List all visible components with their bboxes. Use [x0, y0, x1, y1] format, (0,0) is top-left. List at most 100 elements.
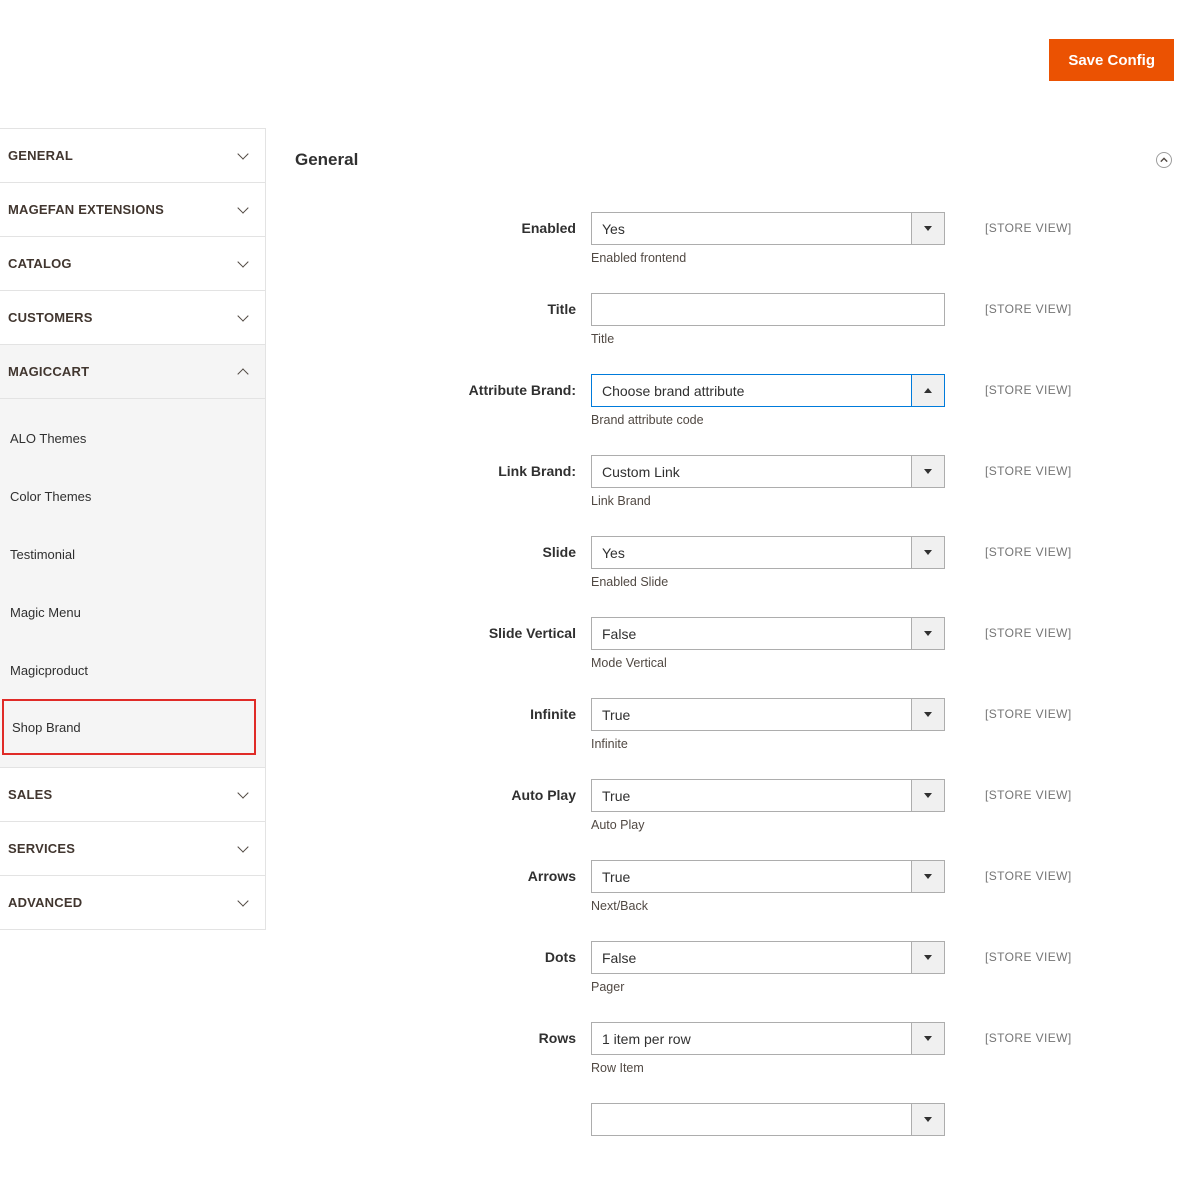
field-comment: Infinite: [591, 737, 628, 751]
field-label: Arrows: [527, 868, 576, 884]
field-value: False Mode Vertical: [591, 617, 945, 671]
sidebar-section-label: SERVICES: [8, 841, 76, 856]
select-value: Yes: [602, 220, 625, 237]
field-label: Slide Vertical: [488, 625, 576, 641]
partial-field-select[interactable]: [591, 1103, 945, 1136]
select-value: True: [602, 787, 631, 804]
attribute-brand-select[interactable]: Choose brand attribute: [591, 374, 945, 407]
caret-down-icon[interactable]: [911, 1023, 944, 1054]
sidebar-section-magefan-extensions[interactable]: MAGEFAN EXTENSIONS: [0, 183, 265, 237]
field-row-link-brand: Link Brand: Custom Link Link Brand [STORE V…: [295, 455, 1175, 509]
field-row-rows: Rows 1 item per row Row Item [STORE VIEW]: [295, 1022, 1175, 1076]
chevron-down-icon: [237, 147, 249, 160]
field-comment: Auto Play: [591, 818, 645, 832]
field-comment: Next/Back: [591, 899, 648, 913]
chevron-down-icon: [237, 894, 249, 907]
field-row-infinite: Infinite True Infinite [STORE VIEW]: [295, 698, 1175, 752]
field-row-title: Title Title [STORE VIEW]: [295, 293, 1175, 347]
select-value: False: [602, 949, 637, 966]
sidebar-section-label: ADVANCED: [8, 895, 83, 910]
field-scope: [STORE VIEW]: [985, 1031, 1072, 1045]
sidebar-section-catalog[interactable]: CATALOG: [0, 237, 265, 291]
caret-down-icon[interactable]: [911, 780, 944, 811]
field-scope: [STORE VIEW]: [985, 788, 1072, 802]
select-value: True: [602, 706, 631, 723]
field-row-partial-field: [295, 1103, 1175, 1157]
field-comment: Mode Vertical: [591, 656, 667, 670]
sidebar-item-shop-brand[interactable]: Shop Brand: [2, 699, 256, 755]
field-scope: [STORE VIEW]: [985, 626, 1072, 640]
select-value: False: [602, 625, 637, 642]
collapse-section-icon[interactable]: [1155, 151, 1173, 169]
sidebar-item-color-themes[interactable]: Color Themes: [0, 467, 265, 525]
caret-down-icon[interactable]: [911, 699, 944, 730]
field-row-slide: Slide Yes Enabled Slide [STORE VIEW]: [295, 536, 1175, 590]
field-label: Title: [547, 301, 576, 317]
chevron-down-icon: [237, 201, 249, 214]
caret-down-icon[interactable]: [911, 537, 944, 568]
sidebar-section-label: CUSTOMERS: [8, 310, 93, 325]
field-label: Slide: [542, 544, 576, 560]
field-label: Dots: [544, 949, 576, 965]
sidebar-section-sales[interactable]: SALES: [0, 768, 265, 822]
field-value: True Infinite: [591, 698, 945, 752]
infinite-select[interactable]: True: [591, 698, 945, 731]
field-value: False Pager: [591, 941, 945, 995]
field-value: True Next/Back: [591, 860, 945, 914]
sidebar-item-label: Color Themes: [10, 488, 92, 504]
enabled-select[interactable]: Yes: [591, 212, 945, 245]
select-value: Yes: [602, 544, 625, 561]
sidebar-item-label: Shop Brand: [12, 719, 81, 735]
sidebar-item-magicproduct[interactable]: Magicproduct: [0, 641, 265, 699]
sidebar-section-advanced[interactable]: ADVANCED: [0, 876, 265, 930]
select-value: True: [602, 868, 631, 885]
sidebar-section-magiccart[interactable]: MAGICCART: [0, 345, 265, 399]
title-input[interactable]: [591, 293, 945, 326]
caret-down-icon[interactable]: [911, 861, 944, 892]
sidebar-item-alo-themes[interactable]: ALO Themes: [0, 409, 265, 467]
field-value: Custom Link Link Brand: [591, 455, 945, 509]
field-value: [591, 1103, 945, 1157]
section-title: General: [295, 150, 359, 169]
caret-down-icon[interactable]: [911, 942, 944, 973]
sidebar-section-customers[interactable]: CUSTOMERS: [0, 291, 265, 345]
field-scope: [STORE VIEW]: [985, 302, 1072, 316]
field-value: Title: [591, 293, 945, 347]
field-scope: [STORE VIEW]: [985, 869, 1072, 883]
link-brand-select[interactable]: Custom Link: [591, 455, 945, 488]
chevron-down-icon: [237, 309, 249, 322]
caret-down-icon[interactable]: [911, 456, 944, 487]
slide-vertical-select[interactable]: False: [591, 617, 945, 650]
field-label: Attribute Brand:: [468, 382, 576, 398]
dots-select[interactable]: False: [591, 941, 945, 974]
select-value: Choose brand attribute: [602, 382, 745, 399]
caret-down-icon[interactable]: [911, 618, 944, 649]
save-config-button[interactable]: Save Config: [1049, 39, 1174, 81]
sidebar-item-testimonial[interactable]: Testimonial: [0, 525, 265, 583]
sidebar-item-label: Magicproduct: [10, 662, 89, 678]
sidebar-section-general[interactable]: GENERAL: [0, 129, 265, 183]
field-row-dots: Dots False Pager [STORE VIEW]: [295, 941, 1175, 995]
rows-select[interactable]: 1 item per row: [591, 1022, 945, 1055]
chevron-down-icon: [237, 840, 249, 853]
chevron-down-icon: [237, 255, 249, 268]
top-bar: Save Config: [0, 0, 1181, 128]
auto-play-select[interactable]: True: [591, 779, 945, 812]
field-comment: [591, 1142, 945, 1157]
field-label: Rows: [538, 1030, 576, 1046]
slide-select[interactable]: Yes: [591, 536, 945, 569]
sidebar-item-magic-menu[interactable]: Magic Menu: [0, 583, 265, 641]
sidebar-item-label: Magic Menu: [10, 604, 81, 620]
select-value: 1 item per row: [602, 1030, 691, 1047]
chevron-down-icon: [237, 786, 249, 799]
field-label: Enabled: [521, 220, 576, 236]
sidebar-section-services[interactable]: SERVICES: [0, 822, 265, 876]
field-row-enabled: Enabled Yes Enabled frontend [STORE VIEW]: [295, 212, 1175, 266]
caret-up-icon[interactable]: [911, 375, 944, 406]
sidebar-nav: GENERAL MAGEFAN EXTENSIONS CATALOG CUSTOMER…: [0, 128, 266, 930]
field-row-auto-play: Auto Play True Auto Play [STORE VIEW]: [295, 779, 1175, 833]
caret-down-icon[interactable]: [911, 213, 944, 244]
arrows-select[interactable]: True: [591, 860, 945, 893]
sidebar-section-label: SALES: [8, 787, 53, 802]
field-comment: Enabled Slide: [591, 575, 669, 589]
